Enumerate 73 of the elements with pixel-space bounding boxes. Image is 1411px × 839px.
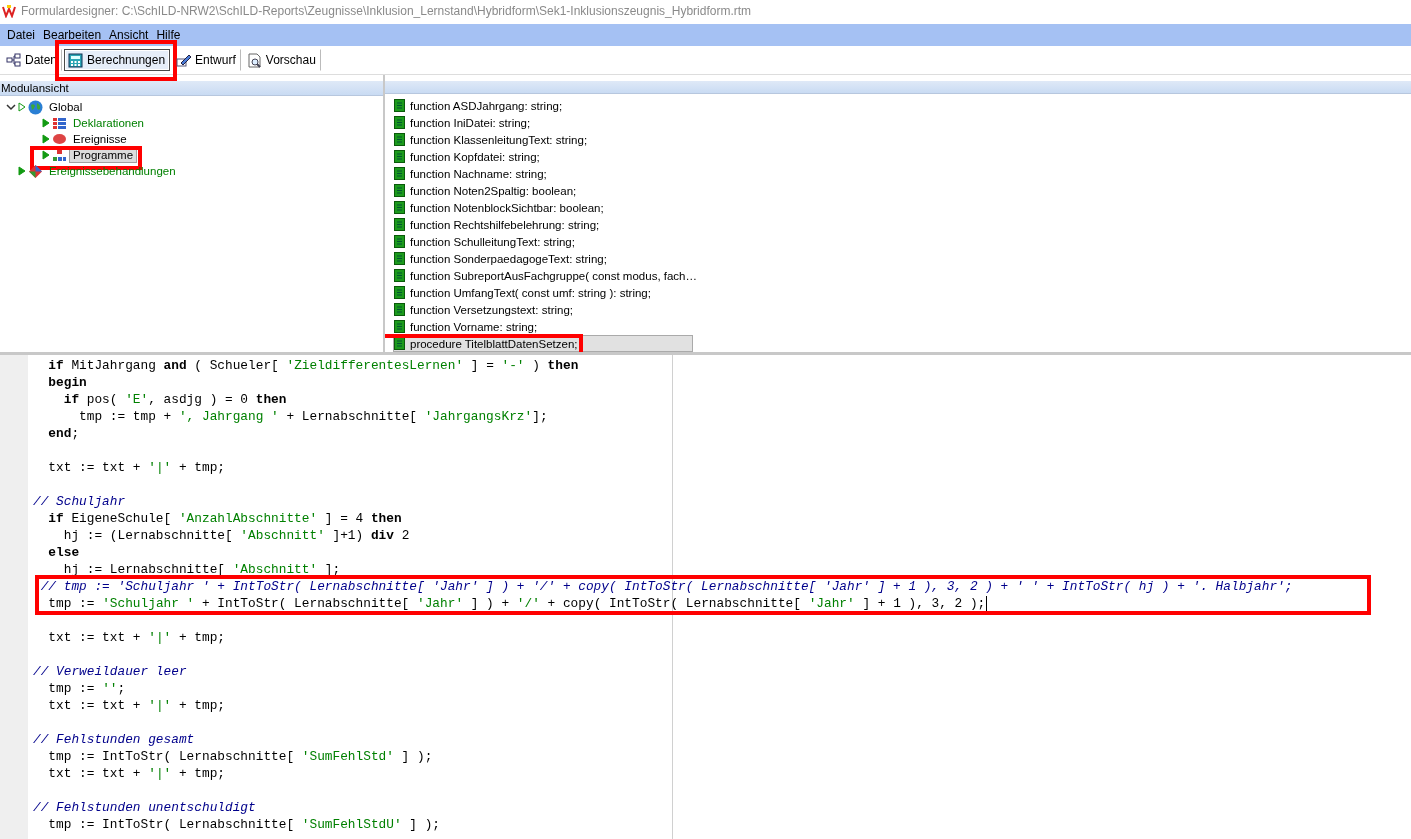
routine-item[interactable]: function ASDJahrgang: string; [393,97,693,114]
tree-item[interactable]: Deklarationen [69,115,148,131]
routine-item[interactable]: function NotenblockSichtbar: boolean; [393,199,693,216]
document-icon [394,184,405,197]
document-icon [394,201,405,214]
routine-item[interactable]: function Nachname: string; [393,165,693,182]
play-triangle-icon [18,166,26,176]
code-line: // tmp := 'Schuljahr ' + IntToStr( Lernabschnitte[ 'Jahr' ] ) + '/' + copy( IntToStr( Lernabschnitte[ 'Jahr' ] + 1 ), 3, 2 ) + ' ' + IntToStr( hj ) + '. Halbjahr'; [39,578,1294,595]
code-line: // Schuljahr [33,493,127,510]
toolbar-tab[interactable]: Entwurf [172,49,241,71]
panel-header: Modulansicht [0,81,383,96]
document-icon [394,286,405,299]
routine-item[interactable]: function Vorname: string; [393,318,693,335]
document-icon [394,235,405,248]
code-line: // Fehlstunden gesamt [33,731,196,748]
code-line: hj := (Lernabschnitte[ 'Abschnitt' ]+1) div 2 [62,527,411,544]
calculator-icon [68,52,84,68]
play-triangle-icon [18,102,26,112]
toolbar-tab[interactable]: Berechnungen [64,49,171,71]
tree-item[interactable]: Global [45,99,87,115]
code-line: txt := txt + '|' + tmp; [47,765,226,782]
routine-item[interactable]: function Versetzungstext: string; [393,301,693,318]
code-line: tmp := IntToStr( Lernabschnitte[ 'SumFehlStd' ] ); [47,748,434,765]
app-icon [2,4,16,18]
document-icon [394,320,405,333]
document-icon [394,116,405,129]
document-icon [394,133,405,146]
routine-item[interactable]: function Noten2Spaltig: boolean; [393,182,693,199]
code-line: tmp := 'Schuljahr ' + IntToStr( Lernabschnitte[ 'Jahr' ] ) + '/' + copy( IntToStr( Lernabschnitte[ 'Jahr' ] + 1 ), 3, 2 ); [47,595,989,612]
routine-item[interactable]: function IniDatei: string; [393,114,693,131]
diamond-icon [28,163,43,179]
document-icon [394,269,405,282]
code-line: txt := txt + '|' + tmp; [47,629,226,646]
document-icon [394,337,405,350]
code-line: // Verweildauer leer [33,663,188,680]
hierarchy-icon [6,52,21,68]
menu-item[interactable]: Datei [3,28,39,42]
document-icon [394,252,405,265]
code-line: tmp := tmp + ', Jahrgang ' + Lernabschnitte[ 'JahrgangsKrz']; [78,408,549,425]
document-icon [394,150,405,163]
code-line: if MitJahrgang and ( Schueler[ 'ZieldifferentesLernen' ] = '-' ) then [47,357,580,374]
document-icon [394,167,405,180]
routine-item[interactable]: function SchulleitungText: string; [393,233,693,250]
document-icon [394,303,405,316]
code-line: tmp := ''; [47,680,127,697]
code-line: else [47,544,81,561]
circle-icon [52,131,67,147]
toolbar-tab[interactable]: Vorschau [242,49,321,71]
menu-item[interactable]: Bearbeiten [39,28,106,42]
window-title: Formulardesigner: C:\SchILD-NRW2\SchILD-Reports\Zeugnisse\Inklusion_Lernstand\Hybridform\Sek1-Inklusionszeugnis_Hybridform.rtm [21,4,752,18]
blocks-icon [52,147,67,163]
document-icon [394,99,405,112]
code-line: if pos( 'E', asdjg ) = 0 then [62,391,288,408]
magnifier-icon [246,52,262,68]
routine-item[interactable]: function Rechtshilfebelehrung: string; [393,216,693,233]
code-line: tmp := IntToStr( Lernabschnitte[ 'SumFehlStdU' ] ); [47,816,442,833]
routine-item[interactable]: function SonderpaedagogeText: string; [393,250,693,267]
routine-item[interactable]: function UmfangText( const umf: string ): string; [393,284,693,301]
code-line: txt := txt + '|' + tmp; [47,459,226,476]
pencil-icon [176,52,192,68]
code-line: begin [47,374,88,391]
code-line: // Fehlstunden unentschuldigt [33,799,257,816]
globe-icon [28,99,43,115]
routine-item[interactable]: function Kopfdatei: string; [393,148,693,165]
menu-item[interactable]: Hilfe [152,28,185,42]
routine-item[interactable]: function KlassenleitungText: string; [393,131,693,148]
code-line: end; [47,425,81,442]
code-line: txt := txt + '|' + tmp; [47,697,226,714]
list-grid-icon [52,115,67,131]
tree-item[interactable]: Ereignisse [69,131,131,147]
code-line: if EigeneSchule[ 'AnzahlAbschnitte' ] = 4 then [47,510,403,527]
menu-item[interactable]: Ansicht [105,28,153,42]
document-icon [394,218,405,231]
